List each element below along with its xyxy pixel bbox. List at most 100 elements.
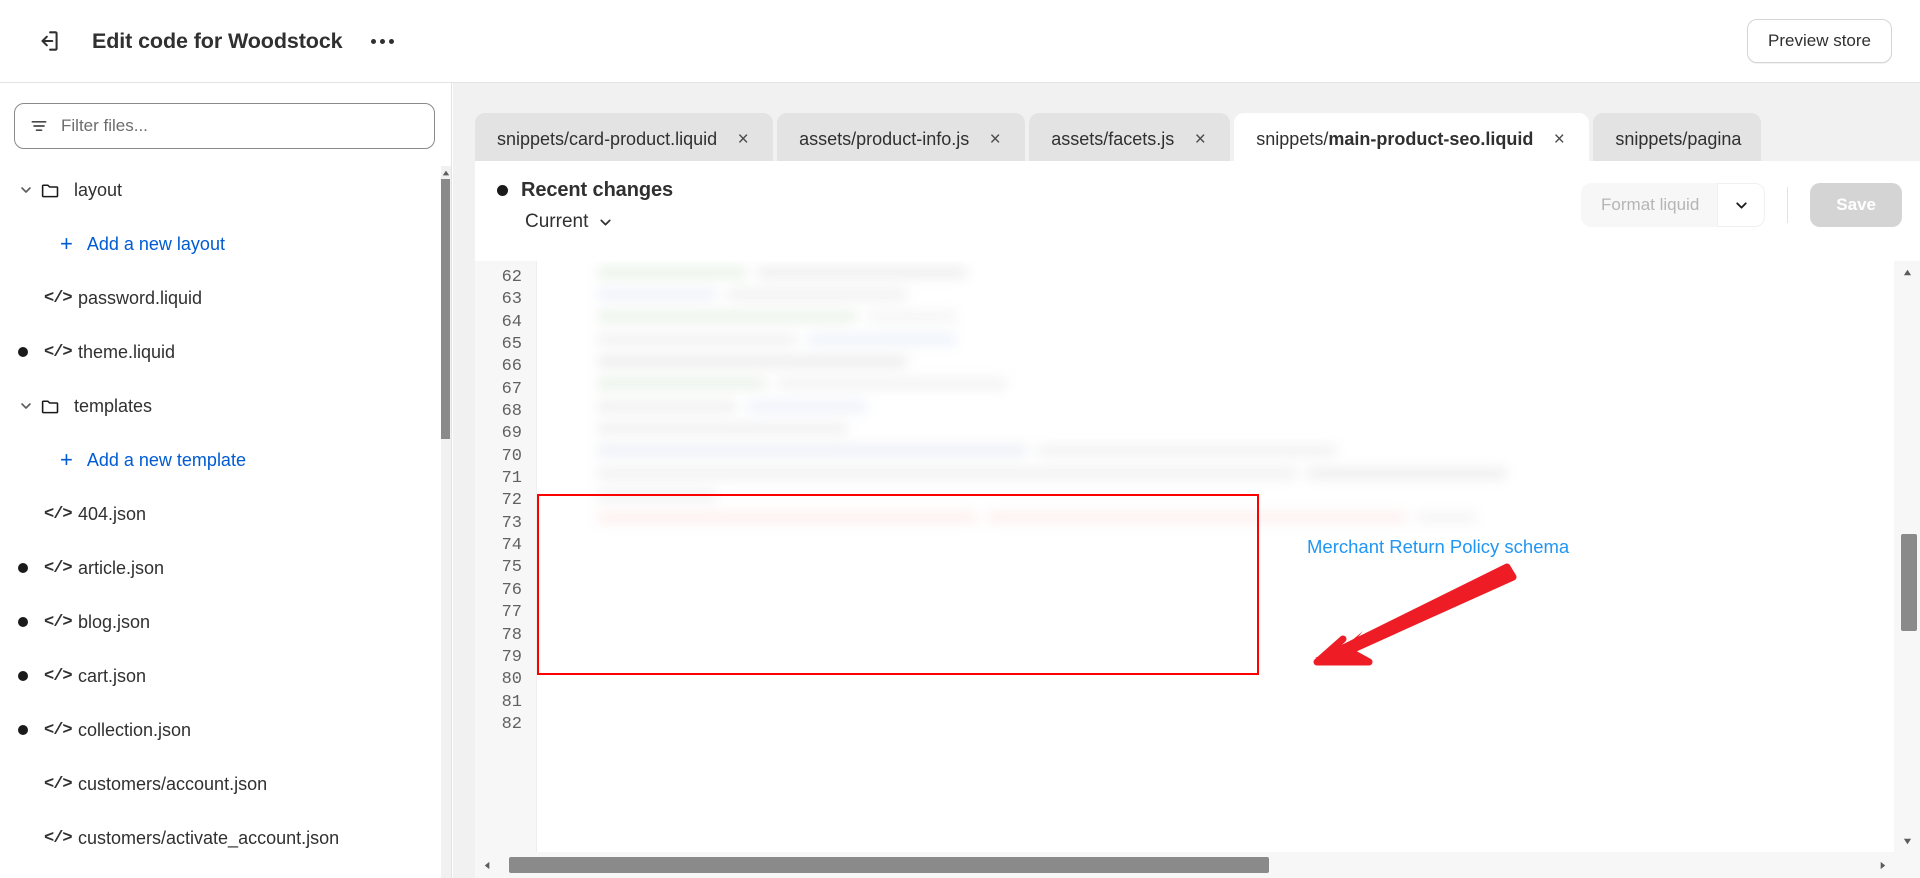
tab-snippets-card-product-liquid[interactable]: snippets/card-product.liquid × xyxy=(475,113,774,165)
recent-changes-label: Recent changes xyxy=(521,179,673,201)
sidebar-scroll-up-arrow[interactable] xyxy=(441,166,451,180)
filter-files-input[interactable] xyxy=(61,116,420,136)
tab-assets-facets-js[interactable]: assets/facets.js × xyxy=(1029,113,1231,165)
modified-indicator xyxy=(18,671,44,681)
save-button[interactable]: Save xyxy=(1810,183,1902,227)
add-a-new-template-link[interactable]: + Add a new template xyxy=(0,433,451,487)
add-a-new-layout-link[interactable]: + Add a new layout xyxy=(0,217,451,271)
line-number: 70 xyxy=(501,446,522,466)
plus-icon: + xyxy=(60,231,73,256)
editor-panel-header: Recent changes Current Format liquid Sav… xyxy=(475,161,1920,261)
action-divider xyxy=(1787,187,1789,223)
exit-icon-button[interactable] xyxy=(28,20,70,62)
file-tree-sidebar: layout + Add a new layout </> password.l… xyxy=(0,83,452,878)
code-scroll-left-arrow[interactable] xyxy=(475,852,499,878)
tree-file-blog-json[interactable]: </> blog.json xyxy=(0,595,451,649)
tree-item-label: templates xyxy=(74,395,153,416)
folder-icon xyxy=(40,396,74,417)
tree-item-label: Add a new layout xyxy=(86,233,225,254)
folder-icon xyxy=(40,180,74,201)
tree-file-article-json[interactable]: </> article.json xyxy=(0,541,451,595)
line-number: 67 xyxy=(501,379,522,399)
version-selector[interactable]: Current xyxy=(525,211,614,233)
line-number: 63 xyxy=(501,290,522,310)
line-number: 80 xyxy=(501,670,522,690)
tree-item-label: theme.liquid xyxy=(78,341,176,362)
line-number: 78 xyxy=(501,625,522,645)
line-number: 62 xyxy=(501,268,522,287)
tab-close-icon[interactable]: × xyxy=(1190,130,1210,149)
tab-label: snippets/pagina xyxy=(1615,128,1742,149)
code-content[interactable]: "hasMerchantReturnPolicy": { "@type": "M… xyxy=(537,267,1388,852)
tab-assets-product-info-js[interactable]: assets/product-info.js × xyxy=(777,113,1026,165)
filter-wrapper xyxy=(0,83,451,159)
top-bar: Edit code for Woodstock Preview store xyxy=(0,0,1920,83)
tab-label: assets/facets.js xyxy=(1051,128,1175,149)
chevron-down-icon xyxy=(18,182,40,198)
editor-tab-bar: snippets/card-product.liquid × assets/pr… xyxy=(475,109,1920,165)
line-number: 71 xyxy=(501,469,522,489)
line-number: 73 xyxy=(501,513,522,533)
tab-label: snippets/card-product.liquid xyxy=(497,128,718,149)
tree-file-customers-activate-account-json[interactable]: </> customers/activate_account.json xyxy=(0,811,451,865)
tab-close-icon[interactable]: × xyxy=(1549,130,1569,149)
tree-item-label: customers/account.json xyxy=(78,773,268,794)
code-file-icon: </> xyxy=(44,342,73,362)
unsaved-changes-indicator xyxy=(497,185,508,196)
tree-file-collection-json[interactable]: </> collection.json xyxy=(0,703,451,757)
code-horizontal-scrollbar-thumb[interactable] xyxy=(509,857,1269,873)
annotation-label: Merchant Return Policy schema xyxy=(1307,536,1570,557)
tree-folder-layout[interactable]: layout xyxy=(0,163,451,217)
tab-close-icon[interactable]: × xyxy=(985,130,1005,149)
tab-snippets-pagination[interactable]: snippets/pagina xyxy=(1593,113,1762,165)
tree-item-label: customers/activate_account.json xyxy=(78,827,340,848)
code-editor-page: Edit code for Woodstock Preview store Fi… xyxy=(0,0,1920,878)
tree-file-404-json[interactable]: </> 404.json xyxy=(0,487,451,541)
tree-file-password-liquid[interactable]: </> password.liquid xyxy=(0,271,451,325)
modified-indicator xyxy=(18,725,44,735)
tree-item-label: cart.json xyxy=(78,665,147,686)
exit-icon xyxy=(41,31,58,51)
tree-file-theme-liquid[interactable]: </> theme.liquid xyxy=(0,325,451,379)
filter-box[interactable] xyxy=(14,103,435,149)
line-number: 77 xyxy=(501,603,522,623)
sidebar-scrollbar-thumb[interactable] xyxy=(441,179,450,439)
line-number: 81 xyxy=(501,692,522,712)
code-scroll-down-arrow[interactable] xyxy=(1894,830,1920,852)
code-scroll-up-arrow[interactable] xyxy=(1894,261,1920,283)
line-number: 64 xyxy=(501,312,522,332)
preview-store-button[interactable]: Preview store xyxy=(1747,19,1892,63)
tree-file-cart-json[interactable]: </> cart.json xyxy=(0,649,451,703)
tab-close-icon[interactable]: × xyxy=(733,130,753,149)
format-liquid-button[interactable]: Format liquid xyxy=(1581,183,1720,227)
line-number: 68 xyxy=(501,402,522,422)
ellipsis-icon-button[interactable] xyxy=(363,24,403,58)
line-number: 66 xyxy=(501,357,522,377)
code-file-icon: </> xyxy=(44,828,73,848)
code-vertical-scrollbar-thumb[interactable] xyxy=(1901,534,1917,631)
plus-icon: + xyxy=(60,447,73,472)
tree-folder-templates[interactable]: templates xyxy=(0,379,451,433)
modified-indicator xyxy=(18,347,44,357)
line-number: 72 xyxy=(501,491,522,511)
code-editor-region: snippets/card-product.liquid × assets/pr… xyxy=(453,83,1920,878)
chevron-down-icon xyxy=(1736,201,1747,209)
editor-panel: Recent changes Current Format liquid Sav… xyxy=(475,161,1920,878)
ellipsis-icon xyxy=(389,38,395,44)
modified-indicator xyxy=(18,617,44,627)
line-number: 69 xyxy=(501,424,522,444)
chevron-down-icon xyxy=(18,398,40,414)
format-liquid-caret-button[interactable] xyxy=(1717,183,1766,227)
tree-file-customers-account-json[interactable]: </> customers/account.json xyxy=(0,757,451,811)
code-scroll-viewport[interactable]: "hasMerchantReturnPolicy": { "@type": "M… xyxy=(537,261,1894,852)
ellipsis-icon xyxy=(380,38,386,44)
code-scroll-right-arrow[interactable] xyxy=(1870,852,1894,878)
tab-snippets-main-product-seo-liquid[interactable]: snippets/main-product-seo.liquid × xyxy=(1234,113,1590,165)
code-area: 62 63 64 65 66 67 68 69 70 71 72 73 74 7… xyxy=(475,261,1920,878)
line-number: 82 xyxy=(501,714,522,734)
